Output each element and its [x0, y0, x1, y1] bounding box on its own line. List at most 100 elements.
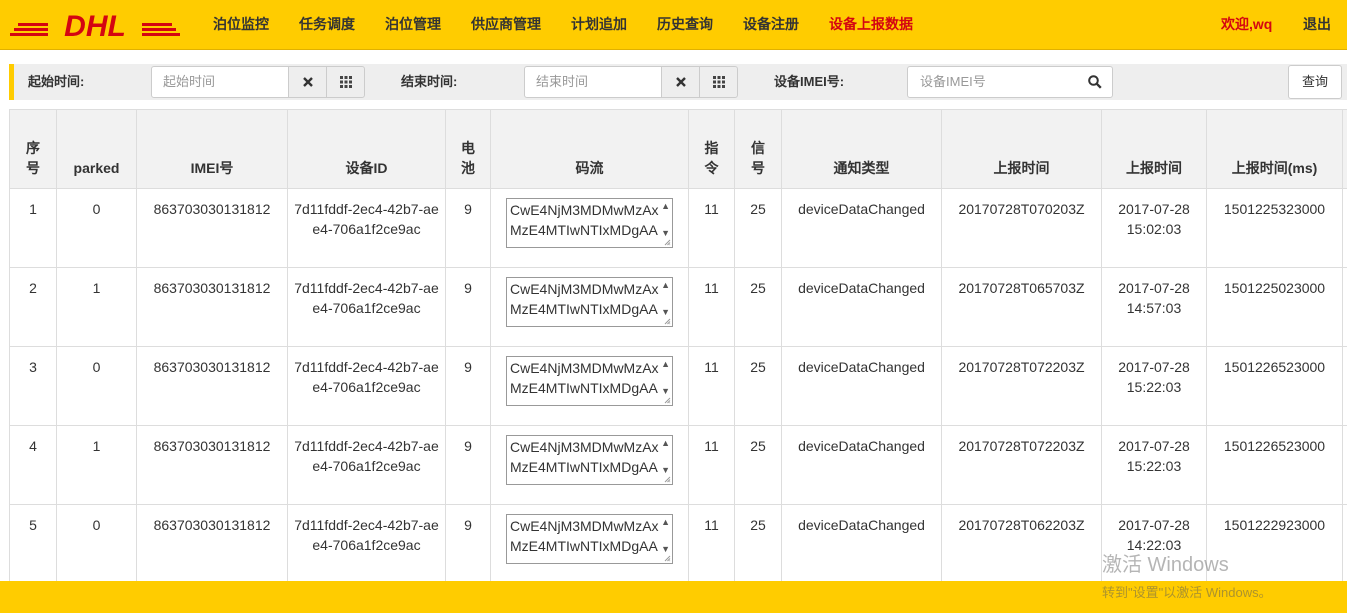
scroll-up-icon[interactable]: ▲: [661, 280, 670, 290]
report-date: 2017-07-28: [1118, 359, 1190, 375]
end-time-calendar-button[interactable]: [699, 66, 738, 98]
start-time-calendar-button[interactable]: [326, 66, 365, 98]
cell-battery: 9: [445, 425, 491, 505]
col-header-battery[interactable]: 电池: [445, 109, 491, 189]
resize-grip-icon[interactable]: [664, 239, 671, 246]
cell-signal: 25: [734, 267, 782, 347]
code-stream-textarea[interactable]: CwE4NjM3MDMwMzAxMzE4MTIwNTIxMDgAA ▲ ▼: [506, 198, 673, 248]
cell-parked: 0: [56, 504, 137, 581]
cell-imei: 863703030131812: [136, 188, 288, 268]
report-clock: 15:02:03: [1126, 221, 1182, 237]
scroll-up-icon[interactable]: ▲: [661, 438, 670, 448]
table-row[interactable]: 4 1 863703030131812 7d11fddf-2ec4-42b7-aee4…: [9, 425, 1347, 505]
col-header-device-id[interactable]: 设备ID: [287, 109, 446, 189]
cell-report-time-raw: 20170728T072203Z: [941, 346, 1102, 426]
welcome-user: 欢迎,wq: [1221, 16, 1273, 32]
cell-command: 11: [688, 425, 735, 505]
code-stream-text: CwE4NjM3MDMwMzAxMzE4MTIwNTIxMDgAA: [510, 518, 659, 554]
code-stream-textarea[interactable]: CwE4NjM3MDMwMzAxMzE4MTIwNTIxMDgAA ▲ ▼: [506, 356, 673, 406]
report-data-table: 序号 parked IMEI号 设备ID 电池 码流 指令 信号 通知类型 上报…: [9, 109, 1347, 581]
scroll-up-icon[interactable]: ▲: [661, 201, 670, 211]
cell-device-id: 7d11fddf-2ec4-42b7-aee4-706a1f2ce9ac: [287, 346, 446, 426]
report-clock: 15:22:03: [1126, 379, 1182, 395]
start-time-label: 起始时间:: [28, 74, 85, 89]
col-header-code-stream[interactable]: 码流: [490, 109, 689, 189]
windows-activation-hint: 转到"设置"以激活 Windows。: [1102, 585, 1272, 600]
grid-icon: [339, 76, 352, 88]
col-header-report-time-ms[interactable]: 上报时间(ms): [1206, 109, 1343, 189]
cell-code-stream: CwE4NjM3MDMwMzAxMzE4MTIwNTIxMDgAA ▲ ▼: [490, 425, 689, 505]
col-header-command[interactable]: 指令: [688, 109, 735, 189]
cell-report-time: 2017-07-28 15:22:03: [1101, 346, 1207, 426]
imei-placeholder: 设备IMEI号: [920, 74, 986, 89]
cell-code-stream: CwE4NjM3MDMwMzAxMzE4MTIwNTIxMDgAA ▲ ▼: [490, 188, 689, 268]
report-date: 2017-07-28: [1118, 438, 1190, 454]
imei-search-input[interactable]: 设备IMEI号: [907, 66, 1113, 98]
code-stream-textarea[interactable]: CwE4NjM3MDMwMzAxMzE4MTIwNTIxMDgAA ▲ ▼: [506, 435, 673, 485]
col-header-report-time[interactable]: 上报时间: [1101, 109, 1207, 189]
logout-link[interactable]: 退出: [1303, 0, 1331, 48]
scroll-up-icon[interactable]: ▲: [661, 359, 670, 369]
cell-parked: 0: [56, 346, 137, 426]
windows-activation-watermark: 激活 Windows: [1102, 554, 1229, 576]
col-header-imei[interactable]: IMEI号: [136, 109, 288, 189]
report-clock: 14:57:03: [1126, 300, 1182, 316]
nav-history-query[interactable]: 历史查询: [642, 0, 728, 50]
cell-report-time-ms: 1501225323000: [1206, 188, 1343, 268]
nav-plan-append[interactable]: 计划追加: [556, 0, 642, 50]
cell-code-stream: CwE4NjM3MDMwMzAxMzE4MTIwNTIxMDgAA ▲ ▼: [490, 346, 689, 426]
cell-index: 1: [9, 188, 57, 268]
resize-grip-icon[interactable]: [664, 476, 671, 483]
start-time-input[interactable]: 起始时间: [151, 66, 289, 98]
scroll-up-icon[interactable]: ▲: [661, 517, 670, 527]
col-header-index[interactable]: 序号: [9, 109, 57, 189]
cell-overflow: [1342, 504, 1347, 581]
cell-notify-type: deviceDataChanged: [781, 425, 942, 505]
nav-supplier-manage[interactable]: 供应商管理: [456, 0, 556, 50]
cell-index: 4: [9, 425, 57, 505]
end-time-clear-button[interactable]: [661, 66, 700, 98]
cell-parked: 0: [56, 188, 137, 268]
cell-imei: 863703030131812: [136, 267, 288, 347]
nav-berth-manage[interactable]: 泊位管理: [370, 0, 456, 50]
code-stream-text: CwE4NjM3MDMwMzAxMzE4MTIwNTIxMDgAA: [510, 439, 659, 475]
cell-report-time-raw: 20170728T065703Z: [941, 267, 1102, 347]
col-header-notify-type[interactable]: 通知类型: [781, 109, 942, 189]
cell-report-time-raw: 20170728T070203Z: [941, 188, 1102, 268]
cell-overflow: [1342, 346, 1347, 426]
resize-grip-icon[interactable]: [664, 318, 671, 325]
nav-device-register[interactable]: 设备注册: [728, 0, 814, 50]
cell-imei: 863703030131812: [136, 346, 288, 426]
code-stream-text: CwE4NjM3MDMwMzAxMzE4MTIwNTIxMDgAA: [510, 281, 659, 317]
col-header-signal[interactable]: 信号: [734, 109, 782, 189]
query-button[interactable]: 查询: [1288, 65, 1342, 99]
table-row[interactable]: 2 1 863703030131812 7d11fddf-2ec4-42b7-aee4…: [9, 267, 1347, 347]
cell-report-time-ms: 1501225023000: [1206, 267, 1343, 347]
cell-device-id: 7d11fddf-2ec4-42b7-aee4-706a1f2ce9ac: [287, 188, 446, 268]
dhl-logo[interactable]: DHL: [10, 8, 180, 43]
end-time-input[interactable]: 结束时间: [524, 66, 662, 98]
cell-notify-type: deviceDataChanged: [781, 188, 942, 268]
col-header-report-time-raw[interactable]: 上报时间: [941, 109, 1102, 189]
resize-grip-icon[interactable]: [664, 397, 671, 404]
cell-notify-type: deviceDataChanged: [781, 346, 942, 426]
table-row[interactable]: 3 0 863703030131812 7d11fddf-2ec4-42b7-aee4…: [9, 346, 1347, 426]
start-time-clear-button[interactable]: [288, 66, 327, 98]
filter-bar: 起始时间: 起始时间 结束时间: 结束时间 设备IMEI号: 设备IMEI号 查…: [9, 64, 1347, 100]
resize-grip-icon[interactable]: [664, 555, 671, 562]
cell-battery: 9: [445, 267, 491, 347]
code-stream-textarea[interactable]: CwE4NjM3MDMwMzAxMzE4MTIwNTIxMDgAA ▲ ▼: [506, 514, 673, 564]
cell-signal: 25: [734, 188, 782, 268]
table-row[interactable]: 1 0 863703030131812 7d11fddf-2ec4-42b7-aee4…: [9, 188, 1347, 268]
nav-berth-monitor[interactable]: 泊位监控: [198, 0, 284, 50]
cell-index: 3: [9, 346, 57, 426]
report-data-table-wrapper: 序号 parked IMEI号 设备ID 电池 码流 指令 信号 通知类型 上报…: [9, 109, 1347, 581]
col-header-parked[interactable]: parked: [56, 109, 137, 189]
nav-device-report-data[interactable]: 设备上报数据: [814, 0, 928, 50]
code-stream-textarea[interactable]: CwE4NjM3MDMwMzAxMzE4MTIwNTIxMDgAA ▲ ▼: [506, 277, 673, 327]
cell-battery: 9: [445, 504, 491, 581]
table-header-row: 序号 parked IMEI号 设备ID 电池 码流 指令 信号 通知类型 上报…: [9, 109, 1347, 189]
nav-task-dispatch[interactable]: 任务调度: [284, 0, 370, 50]
search-icon[interactable]: [1088, 75, 1102, 89]
cell-report-time: 2017-07-28 15:02:03: [1101, 188, 1207, 268]
